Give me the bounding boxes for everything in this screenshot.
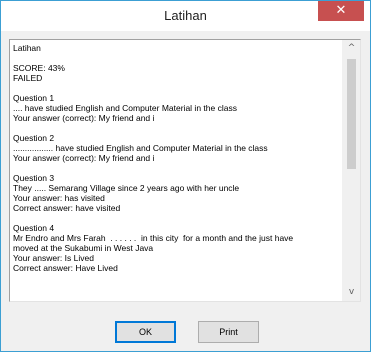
title-bar[interactable]: Latihan ✕ — [1, 1, 370, 31]
report-line: FAILED — [13, 73, 43, 83]
print-button[interactable]: Print — [198, 321, 259, 343]
scroll-thumb[interactable] — [347, 59, 356, 169]
report-line: Question 3 — [13, 173, 55, 183]
report-text: Latihan SCORE: 43% FAILED Question 1.... ha… — [13, 43, 338, 273]
report-line: Question 1 — [13, 93, 55, 103]
report-line: moved at the Sukabumi in West Java — [13, 243, 154, 253]
report-line: Latihan — [13, 43, 41, 53]
vertical-scrollbar[interactable]: ^ v — [342, 40, 360, 301]
report-line: Question 2 — [13, 133, 55, 143]
close-button[interactable]: ✕ — [318, 1, 364, 21]
report-line: They ..... Semarang Village since 2 year… — [13, 183, 240, 193]
report-line: Correct answer: have visited — [13, 203, 121, 213]
report-line: Correct answer: Have Lived — [13, 263, 118, 273]
scroll-down-arrow-icon[interactable]: v — [343, 284, 360, 301]
report-line: SCORE: 43% — [13, 63, 65, 73]
report-line: Your answer (correct): My friend and i — [13, 153, 155, 163]
dialog-window: Latihan ✕ Latihan SCORE: 43% FAILED Questio… — [0, 0, 371, 352]
report-line: .... have studied English and Computer M… — [13, 103, 237, 113]
report-line: Your answer (correct): My friend and i — [13, 113, 155, 123]
close-icon: ✕ — [335, 3, 347, 18]
report-textbox[interactable]: Latihan SCORE: 43% FAILED Question 1.... ha… — [9, 39, 361, 302]
report-line: Your answer: Is Lived — [13, 253, 94, 263]
window-title: Latihan — [164, 8, 207, 23]
report-line: Mr Endro and Mrs Farah . . . . . . in th… — [13, 233, 294, 243]
ok-button[interactable]: OK — [115, 321, 176, 343]
report-line: Question 4 — [13, 223, 55, 233]
dialog-client-area: Latihan SCORE: 43% FAILED Question 1.... ha… — [1, 31, 370, 351]
scroll-up-arrow-icon[interactable]: ^ — [343, 40, 360, 57]
report-line: ................. have studied English a… — [13, 143, 268, 153]
report-line: Your answer: has visited — [13, 193, 105, 203]
